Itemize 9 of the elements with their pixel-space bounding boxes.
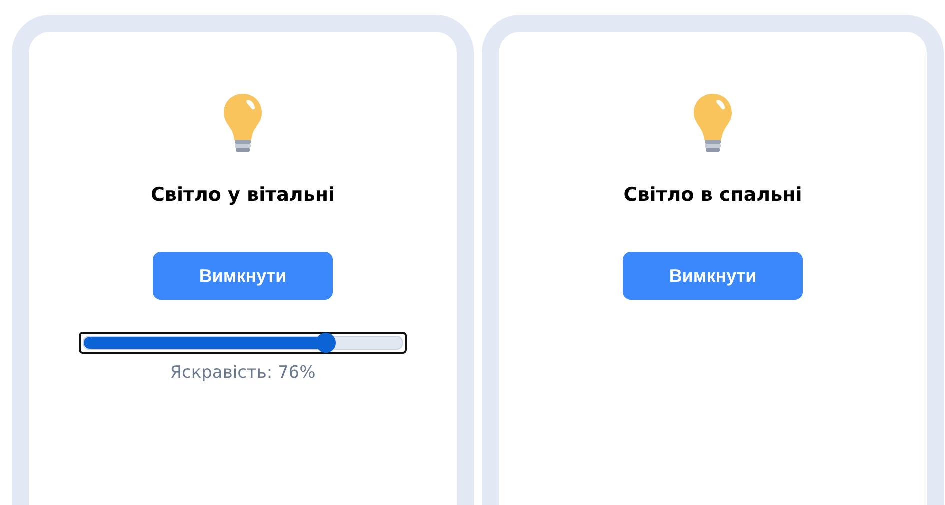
turn-off-button[interactable]: Вимкнути	[153, 252, 333, 300]
card-title: Світло у вітальні	[150, 184, 336, 206]
light-bulb-icon	[222, 92, 264, 154]
brightness-reading: Яскравість: 76%	[170, 363, 316, 383]
slider-thumb[interactable]	[316, 333, 336, 353]
brightness-slider[interactable]	[79, 332, 407, 354]
light-bulb-icon	[692, 92, 734, 154]
turn-off-button[interactable]: Вимкнути	[623, 252, 803, 300]
card-title: Світло в спальні	[624, 184, 802, 206]
